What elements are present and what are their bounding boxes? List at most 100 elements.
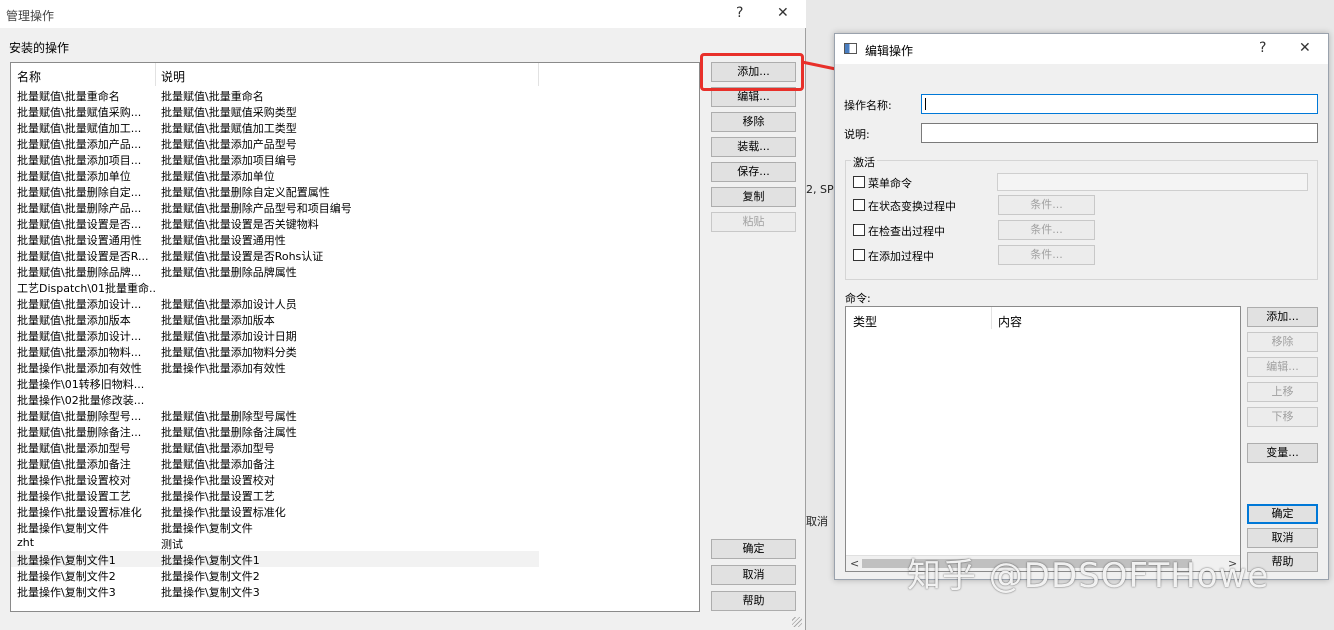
list-item[interactable]: 批量赋值\批量删除自定... 批量赋值\批量删除自定义配置属性 (11, 183, 699, 199)
scroll-left-icon[interactable]: < (850, 557, 859, 570)
list-item[interactable]: 批量赋值\批量添加物料... 批量赋值\批量添加物料分类 (11, 343, 699, 359)
remove-button[interactable]: 移除 (711, 112, 796, 132)
commands-list[interactable]: 类型 内容 < > (845, 306, 1241, 572)
state-transition-condition-button[interactable]: 条件... (998, 195, 1095, 215)
column-divider[interactable] (991, 307, 992, 329)
menu-command-label[interactable]: 菜单命令 (868, 175, 912, 191)
move-down-button[interactable]: 下移 (1247, 407, 1318, 427)
check-out-checkbox[interactable] (853, 224, 865, 236)
check-out-condition-button[interactable]: 条件... (998, 220, 1095, 240)
text-caret (925, 98, 926, 110)
copy-button[interactable]: 复制 (711, 187, 796, 207)
check-out-label[interactable]: 在检查出过程中 (868, 223, 945, 239)
add-process-label[interactable]: 在添加过程中 (868, 248, 934, 264)
cancel-button[interactable]: 取消 (1247, 528, 1318, 548)
column-header-type[interactable]: 类型 (853, 313, 877, 330)
installed-operations-label: 安装的操作 (9, 41, 70, 55)
list-item[interactable]: 批量操作\01转移旧物料... (11, 375, 699, 391)
operation-description-cell: 批量操作\批量设置标准化 (161, 506, 286, 519)
list-item[interactable]: 批量赋值\批量设置是否... 批量赋值\批量设置是否关键物料 (11, 215, 699, 231)
list-item[interactable]: 工艺Dispatch\01批量重命... (11, 279, 699, 295)
add-process-condition-button[interactable]: 条件... (998, 245, 1095, 265)
column-divider[interactable] (155, 63, 156, 86)
list-item[interactable]: 批量赋值\批量添加版本 批量赋值\批量添加版本 (11, 311, 699, 327)
list-item[interactable]: 批量操作\复制文件2 批量操作\复制文件2 (11, 567, 699, 583)
state-transition-checkbox[interactable] (853, 199, 865, 211)
list-item[interactable]: 批量赋值\批量设置是否R... 批量赋值\批量设置是否Rohs认证 (11, 247, 699, 263)
operations-list[interactable]: 名称 说明 批量赋值\批量重命名 批量赋值\批量重命名 批量赋值\批量赋值采购...… (10, 62, 700, 612)
operation-name-cell: 批量赋值\批量删除型号... (17, 410, 142, 423)
list-item[interactable]: 批量操作\02批量修改装... (11, 391, 699, 407)
operation-name-cell: 批量操作\02批量修改装... (17, 394, 145, 407)
operation-name-cell: 批量操作\复制文件 (17, 522, 109, 535)
list-item[interactable]: 批量操作\复制文件1 批量操作\复制文件1 (11, 551, 699, 567)
list-item[interactable]: 批量操作\批量设置工艺 批量操作\批量设置工艺 (11, 487, 699, 503)
list-item[interactable]: 批量操作\复制文件3 批量操作\复制文件3 (11, 583, 699, 599)
operation-description-cell: 批量操作\复制文件1 (161, 554, 260, 567)
edit-operation-dialog: 编辑操作 ? ✕ 操作名称: 说明: 激活 菜单命令 在状态变换过程中 条件..… (834, 33, 1329, 580)
operation-description-cell: 批量赋值\批量设置是否关键物料 (161, 218, 319, 231)
command-remove-button[interactable]: 移除 (1247, 332, 1318, 352)
list-item[interactable]: 批量操作\批量设置校对 批量操作\批量设置校对 (11, 471, 699, 487)
list-item[interactable]: 批量赋值\批量设置通用性 批量赋值\批量设置通用性 (11, 231, 699, 247)
variable-button[interactable]: 变量... (1247, 443, 1318, 463)
state-transition-label[interactable]: 在状态变换过程中 (868, 198, 956, 214)
operation-description-cell: 批量赋值\批量重命名 (161, 90, 264, 103)
list-item[interactable]: 批量赋值\批量添加备注 批量赋值\批量添加备注 (11, 455, 699, 471)
help-title-button[interactable]: ? (1259, 40, 1266, 56)
operation-name-cell: 批量操作\批量添加有效性 (17, 362, 142, 375)
help-button[interactable]: 帮助 (711, 591, 796, 611)
save-button[interactable]: 保存... (711, 162, 796, 182)
load-button[interactable]: 装载... (711, 137, 796, 157)
ok-button[interactable]: 确定 (1247, 504, 1318, 524)
add-process-checkbox[interactable] (853, 249, 865, 261)
ok-button[interactable]: 确定 (711, 539, 796, 559)
list-item[interactable]: 批量赋值\批量添加产品... 批量赋值\批量添加产品型号 (11, 135, 699, 151)
list-item[interactable]: 批量赋值\批量添加设计... 批量赋值\批量添加设计人员 (11, 295, 699, 311)
operation-name-cell: 批量操作\01转移旧物料... (17, 378, 145, 391)
operation-name-cell: 批量操作\复制文件2 (17, 570, 116, 583)
paste-button[interactable]: 粘贴 (711, 212, 796, 232)
column-header-name[interactable]: 名称 (17, 68, 41, 85)
operation-name-input[interactable] (921, 94, 1318, 114)
manage-operations-dialog: 管理操作 ? ✕ 安装的操作 名称 说明 批量赋值\批量重命名 批量赋值\批量重命… (0, 0, 806, 630)
list-item[interactable]: 批量赋值\批量添加单位 批量赋值\批量添加单位 (11, 167, 699, 183)
operation-name-cell: 批量操作\复制文件3 (17, 586, 116, 599)
operation-name-cell: 批量操作\批量设置校对 (17, 474, 131, 487)
operation-name-cell: 批量赋值\批量添加型号 (17, 442, 131, 455)
column-header-description[interactable]: 说明 (161, 68, 185, 85)
list-item[interactable]: 批量赋值\批量添加型号 批量赋值\批量添加型号 (11, 439, 699, 455)
menu-command-field (997, 173, 1308, 191)
column-divider[interactable] (538, 63, 539, 86)
move-up-button[interactable]: 上移 (1247, 382, 1318, 402)
operation-name-cell: 批量赋值\批量设置是否R... (17, 250, 149, 263)
list-item[interactable]: 批量操作\批量设置标准化 批量操作\批量设置标准化 (11, 503, 699, 519)
command-edit-button[interactable]: 编辑... (1247, 357, 1318, 377)
close-icon[interactable]: ✕ (1299, 40, 1311, 56)
column-header-content[interactable]: 内容 (998, 313, 1022, 330)
command-add-button[interactable]: 添加... (1247, 307, 1318, 327)
list-item[interactable]: 批量赋值\批量添加项目... 批量赋值\批量添加项目编号 (11, 151, 699, 167)
menu-command-checkbox[interactable] (853, 176, 865, 188)
list-item[interactable]: zht 测试 (11, 535, 699, 551)
description-input[interactable] (921, 123, 1318, 143)
list-item[interactable]: 批量赋值\批量赋值采购... 批量赋值\批量赋值采购类型 (11, 103, 699, 119)
list-item[interactable]: 批量赋值\批量删除产品... 批量赋值\批量删除产品型号和项目编号 (11, 199, 699, 215)
list-item[interactable]: 批量赋值\批量删除型号... 批量赋值\批量删除型号属性 (11, 407, 699, 423)
list-item[interactable]: 批量赋值\批量添加设计... 批量赋值\批量添加设计日期 (11, 327, 699, 343)
close-icon[interactable]: ✕ (777, 5, 789, 21)
list-item[interactable]: 批量赋值\批量赋值加工... 批量赋值\批量赋值加工类型 (11, 119, 699, 135)
list-item[interactable]: 批量赋值\批量删除品牌... 批量赋值\批量删除品牌属性 (11, 263, 699, 279)
operation-name-cell: 批量赋值\批量添加设计... (17, 298, 142, 311)
watermark: 知乎 @DDSOFTHowe (907, 556, 1270, 596)
list-item[interactable]: 批量赋值\批量重命名 批量赋值\批量重命名 (11, 87, 699, 103)
list-item[interactable]: 批量赋值\批量删除备注... 批量赋值\批量删除备注属性 (11, 423, 699, 439)
operation-description-cell: 批量操作\复制文件3 (161, 586, 260, 599)
operation-description-cell: 批量赋值\批量添加物料分类 (161, 346, 297, 359)
list-item[interactable]: 批量操作\批量添加有效性 批量操作\批量添加有效性 (11, 359, 699, 375)
help-title-button[interactable]: ? (736, 5, 743, 21)
list-item[interactable]: 批量操作\复制文件 批量操作\复制文件 (11, 519, 699, 535)
operation-description-cell: 批量操作\复制文件2 (161, 570, 260, 583)
resize-grip[interactable] (792, 617, 802, 627)
cancel-button[interactable]: 取消 (711, 565, 796, 585)
